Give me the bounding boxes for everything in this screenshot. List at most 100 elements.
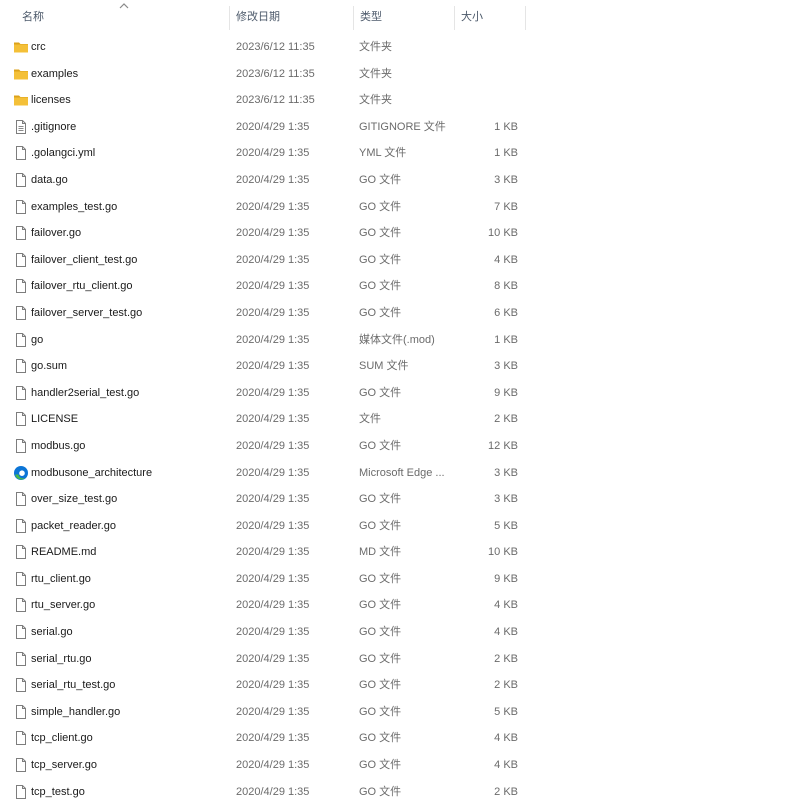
- file-size: 8 KB: [494, 280, 518, 293]
- file-type: MD 文件: [359, 546, 402, 559]
- file-modified-date: 2020/4/29 1:35: [236, 493, 310, 506]
- file-name: serial_rtu.go: [31, 652, 92, 665]
- file-size: 5 KB: [494, 705, 518, 718]
- file-icon: [13, 278, 29, 294]
- file-row[interactable]: data.go 2020/4/29 1:35 GO 文件 3 KB: [0, 167, 526, 194]
- file-icon: [13, 199, 29, 215]
- file-row[interactable]: examples 2023/6/12 11:35 文件夹: [0, 61, 526, 88]
- file-icon: [13, 704, 29, 720]
- file-row[interactable]: LICENSE 2020/4/29 1:35 文件 2 KB: [0, 406, 526, 433]
- file-row[interactable]: crc 2023/6/12 11:35 文件夹: [0, 34, 526, 61]
- file-name: data.go: [31, 173, 68, 186]
- file-modified-date: 2020/4/29 1:35: [236, 253, 310, 266]
- file-name: failover_rtu_client.go: [31, 280, 133, 293]
- file-type: GO 文件: [359, 759, 402, 772]
- file-name: simple_handler.go: [31, 705, 121, 718]
- file-modified-date: 2023/6/12 11:35: [236, 67, 315, 80]
- file-icon: [13, 225, 29, 241]
- file-row[interactable]: failover_server_test.go 2020/4/29 1:35 GO …: [0, 300, 526, 327]
- file-size: 4 KB: [494, 732, 518, 745]
- file-icon: [13, 597, 29, 613]
- file-type: GO 文件: [359, 173, 402, 186]
- file-row[interactable]: serial_rtu_test.go 2020/4/29 1:35 GO 文件 2 K…: [0, 672, 526, 699]
- file-type: 媒体文件(.mod): [359, 333, 435, 346]
- file-modified-date: 2020/4/29 1:35: [236, 360, 310, 373]
- file-type: 文件: [359, 413, 381, 426]
- column-header-name[interactable]: 名称: [0, 0, 229, 34]
- file-row[interactable]: over_size_test.go 2020/4/29 1:35 GO 文件 3 KB: [0, 486, 526, 513]
- file-icon: [13, 438, 29, 454]
- column-header-type[interactable]: 类型: [353, 0, 454, 34]
- file-row[interactable]: README.md 2020/4/29 1:35 MD 文件 10 KB: [0, 539, 526, 566]
- folder-icon: [13, 66, 29, 82]
- file-type: GO 文件: [359, 306, 402, 319]
- file-type: GO 文件: [359, 493, 402, 506]
- file-name: LICENSE: [31, 413, 79, 426]
- file-size: 5 KB: [494, 519, 518, 532]
- file-modified-date: 2020/4/29 1:35: [236, 466, 310, 479]
- file-row[interactable]: tcp_client.go 2020/4/29 1:35 GO 文件 4 KB: [0, 725, 526, 752]
- file-name: .gitignore: [31, 120, 77, 133]
- file-size: 9 KB: [494, 386, 518, 399]
- file-type: GO 文件: [359, 705, 402, 718]
- file-name: .golangci.yml: [31, 147, 96, 160]
- edge-icon: [13, 465, 29, 481]
- file-size: 2 KB: [494, 413, 518, 426]
- file-name: modbus.go: [31, 439, 86, 452]
- file-row[interactable]: handler2serial_test.go 2020/4/29 1:35 GO 文…: [0, 380, 526, 407]
- file-modified-date: 2020/4/29 1:35: [236, 280, 310, 293]
- file-modified-date: 2020/4/29 1:35: [236, 626, 310, 639]
- file-row[interactable]: simple_handler.go 2020/4/29 1:35 GO 文件 5 KB: [0, 699, 526, 726]
- file-name: serial.go: [31, 626, 73, 639]
- file-size: 7 KB: [494, 200, 518, 213]
- file-icon: [13, 332, 29, 348]
- file-icon: [13, 411, 29, 427]
- file-row[interactable]: .gitignore 2020/4/29 1:35 GITIGNORE 文件 1 KB: [0, 114, 526, 141]
- file-modified-date: 2020/4/29 1:35: [236, 413, 310, 426]
- file-row[interactable]: failover.go 2020/4/29 1:35 GO 文件 10 KB: [0, 220, 526, 247]
- file-name: packet_reader.go: [31, 519, 117, 532]
- file-size: 12 KB: [488, 439, 518, 452]
- folder-icon: [13, 39, 29, 55]
- file-type: GO 文件: [359, 572, 402, 585]
- file-row[interactable]: modbusone_architecture 2020/4/29 1:35 Micr…: [0, 460, 526, 487]
- file-name: rtu_client.go: [31, 572, 91, 585]
- file-size: 1 KB: [494, 147, 518, 160]
- file-row[interactable]: examples_test.go 2020/4/29 1:35 GO 文件 7 KB: [0, 194, 526, 221]
- folder-icon: [13, 92, 29, 108]
- file-row[interactable]: packet_reader.go 2020/4/29 1:35 GO 文件 5 KB: [0, 513, 526, 540]
- file-row[interactable]: serial_rtu.go 2020/4/29 1:35 GO 文件 2 KB: [0, 646, 526, 673]
- file-type: SUM 文件: [359, 360, 409, 373]
- file-row[interactable]: failover_rtu_client.go 2020/4/29 1:35 GO 文…: [0, 273, 526, 300]
- file-row[interactable]: go.sum 2020/4/29 1:35 SUM 文件 3 KB: [0, 353, 526, 380]
- file-modified-date: 2020/4/29 1:35: [236, 227, 310, 240]
- file-modified-date: 2020/4/29 1:35: [236, 386, 310, 399]
- file-size: 10 KB: [488, 546, 518, 559]
- file-row[interactable]: licenses 2023/6/12 11:35 文件夹: [0, 87, 526, 114]
- file-row[interactable]: go 2020/4/29 1:35 媒体文件(.mod) 1 KB: [0, 327, 526, 354]
- column-header-modified[interactable]: 修改日期: [229, 0, 353, 34]
- file-name: serial_rtu_test.go: [31, 679, 116, 692]
- file-modified-date: 2020/4/29 1:35: [236, 147, 310, 160]
- file-row[interactable]: rtu_server.go 2020/4/29 1:35 GO 文件 4 KB: [0, 592, 526, 619]
- file-modified-date: 2020/4/29 1:35: [236, 705, 310, 718]
- file-icon: [13, 571, 29, 587]
- file-type: GO 文件: [359, 732, 402, 745]
- file-row[interactable]: tcp_test.go 2020/4/29 1:35 GO 文件 2 KB: [0, 779, 526, 800]
- file-size: 2 KB: [494, 679, 518, 692]
- file-row[interactable]: .golangci.yml 2020/4/29 1:35 YML 文件 1 KB: [0, 140, 526, 167]
- file-row[interactable]: rtu_client.go 2020/4/29 1:35 GO 文件 9 KB: [0, 566, 526, 593]
- file-type: GO 文件: [359, 253, 402, 266]
- file-modified-date: 2020/4/29 1:35: [236, 546, 310, 559]
- column-header-bar: 名称 修改日期 类型 大小: [0, 0, 793, 34]
- file-size: [456, 87, 518, 114]
- column-divider[interactable]: [525, 6, 526, 30]
- text-file-icon: [13, 119, 29, 135]
- file-row[interactable]: tcp_server.go 2020/4/29 1:35 GO 文件 4 KB: [0, 752, 526, 779]
- file-modified-date: 2020/4/29 1:35: [236, 652, 310, 665]
- file-icon: [13, 518, 29, 534]
- file-row[interactable]: modbus.go 2020/4/29 1:35 GO 文件 12 KB: [0, 433, 526, 460]
- file-row[interactable]: serial.go 2020/4/29 1:35 GO 文件 4 KB: [0, 619, 526, 646]
- file-row[interactable]: failover_client_test.go 2020/4/29 1:35 GO …: [0, 247, 526, 274]
- column-header-size[interactable]: 大小: [454, 0, 526, 34]
